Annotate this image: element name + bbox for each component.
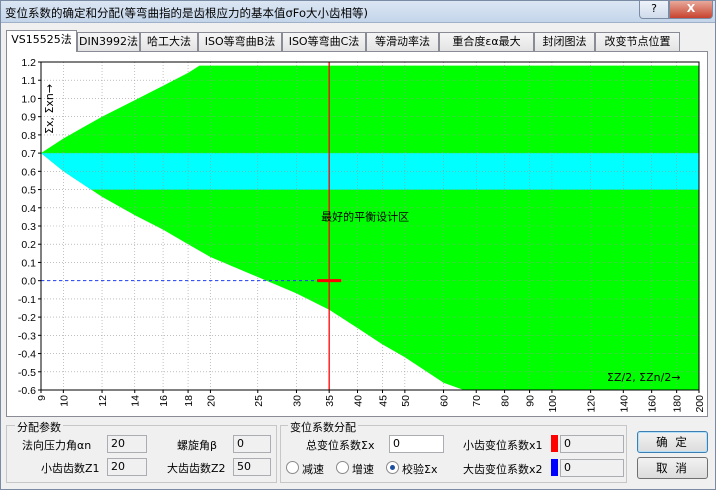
close-button[interactable]: X — [669, 1, 713, 19]
x-tick-label: 9 — [36, 395, 48, 401]
gear-offset-label: 大齿变位系数x2 — [463, 463, 543, 476]
y-tick-label: 0.4 — [21, 203, 36, 215]
x-tick-label: 40 — [353, 395, 365, 407]
gear-teeth-field[interactable]: 50 — [233, 458, 271, 476]
radio-acceleration[interactable] — [336, 461, 349, 474]
x-tick-label: 200 — [694, 395, 706, 413]
pinion-teeth-field[interactable]: 20 — [107, 458, 147, 476]
y-tick-label: 0.8 — [21, 130, 36, 142]
y-tick-label: 0.6 — [21, 166, 36, 178]
x-tick-label: 20 — [205, 395, 217, 407]
offset-distribution-group: 变位系数分配 总变位系数Σx 0 小齿变位系数x1 0 减速 增速 校验Σx 大… — [280, 419, 627, 483]
y-tick-label: -0.3 — [18, 330, 36, 342]
y-axis-label: Σx, Σxn→ — [43, 84, 56, 134]
pressure-angle-label: 法向压力角αn — [22, 439, 92, 452]
x-tick-label: 70 — [471, 395, 483, 407]
pinion-teeth-label: 小齿齿数Z1 — [41, 462, 100, 475]
tab-max-contact-ratio[interactable]: 重合度εα最大 — [439, 32, 534, 51]
y-tick-label: 0.9 — [21, 112, 36, 124]
cancel-button[interactable]: 取 消 — [637, 457, 708, 479]
gear-offset-field[interactable]: 0 — [560, 459, 624, 477]
helix-angle-field[interactable]: 0 — [233, 435, 271, 453]
x-tick-label: 45 — [377, 395, 389, 407]
pressure-angle-field[interactable]: 20 — [107, 435, 147, 453]
x-tick-label: 35 — [324, 395, 336, 407]
x-tick-label: 100 — [547, 395, 559, 413]
tab-equal-slip[interactable]: 等滑动率法 — [366, 32, 439, 51]
y-tick-label: 0.0 — [21, 276, 36, 288]
y-tick-label: -0.5 — [18, 367, 36, 379]
tab-iso-bending-b[interactable]: ISO等弯曲B法 — [198, 32, 282, 51]
x-tick-label: 12 — [97, 395, 109, 407]
tab-closed-diagram[interactable]: 封闭图法 — [534, 32, 595, 51]
pinion-offset-label: 小齿变位系数x1 — [463, 439, 543, 452]
y-tick-label: 1.0 — [21, 93, 36, 105]
y-tick-label: 0.5 — [21, 185, 36, 197]
gear-teeth-label: 大齿齿数Z2 — [167, 462, 226, 475]
balanced-design-band — [41, 153, 699, 190]
y-tick-label: -0.6 — [18, 385, 36, 397]
distribution-params-group: 分配参数 法向压力角αn 20 螺旋角β 0 小齿齿数Z1 20 大齿齿数Z2 … — [6, 419, 277, 483]
x-tick-label: 25 — [253, 395, 265, 407]
x-tick-label: 50 — [400, 395, 412, 407]
x-tick-label: 140 — [618, 395, 630, 413]
x-tick-label: 10 — [58, 395, 70, 407]
y-tick-label: 0.2 — [21, 239, 36, 251]
radio-check-sum[interactable] — [386, 461, 399, 474]
y-tick-label: 0.7 — [21, 148, 36, 160]
x-tick-label: 30 — [291, 395, 303, 407]
y-tick-label: 1.2 — [21, 57, 36, 69]
tab-vs15525[interactable]: VS15525法 — [6, 30, 77, 52]
offset-coefficient-chart[interactable]: 1.2 1.1 1.0 0.9 0.8 0.7 0.6 0.5 0.4 0.3 0.2 0.1 0.0 -… — [7, 52, 707, 416]
x-tick-label: 16 — [158, 395, 170, 407]
radio-acceleration-label: 增速 — [352, 463, 374, 476]
x-tick-label: 60 — [439, 395, 451, 407]
gear-color-swatch — [551, 459, 558, 476]
radio-check-sum-label: 校验Σx — [402, 463, 438, 476]
y-tick-label: 0.1 — [21, 257, 36, 269]
tab-iso-bending-c[interactable]: ISO等弯曲C法 — [282, 32, 366, 51]
pinion-color-swatch — [551, 435, 558, 452]
chart-panel: 1.2 1.1 1.0 0.9 0.8 0.7 0.6 0.5 0.4 0.3 0.2 0.1 0.0 -… — [6, 51, 708, 417]
x-tick-label: 90 — [525, 395, 537, 407]
help-button[interactable]: ? — [639, 1, 669, 19]
x-tick-label: 120 — [586, 395, 598, 413]
tab-hit[interactable]: 哈工大法 — [140, 32, 198, 51]
y-tick-label: 1.1 — [21, 75, 36, 87]
x-tick-label: 180 — [672, 395, 684, 413]
window-title: 变位系数的确定和分配(等弯曲指的是齿根应力的基本值σFo大小齿相等) — [5, 6, 368, 20]
x-tick-label: 14 — [130, 395, 142, 407]
title-bar[interactable]: 变位系数的确定和分配(等弯曲指的是齿根应力的基本值σFo大小齿相等) ? X — [1, 1, 715, 23]
y-tick-label: -0.1 — [18, 294, 36, 306]
y-tick-label: -0.4 — [18, 349, 36, 361]
params-group-title: 分配参数 — [15, 419, 63, 435]
pinion-offset-field[interactable]: 0 — [560, 435, 624, 453]
x-tick-label: 80 — [500, 395, 512, 407]
radio-deceleration-label: 减速 — [302, 463, 324, 476]
y-tick-label: -0.2 — [18, 312, 36, 324]
total-offset-label: 总变位系数Σx — [306, 439, 375, 452]
distribution-group-title: 变位系数分配 — [288, 419, 358, 435]
total-offset-input[interactable]: 0 — [389, 435, 444, 453]
radio-deceleration[interactable] — [286, 461, 299, 474]
y-tick-label: 0.3 — [21, 221, 36, 233]
x-axis-label: ΣZ/2, ΣZn/2→ — [607, 371, 681, 384]
ok-button[interactable]: 确 定 — [637, 431, 708, 453]
tab-din3992[interactable]: DIN3992法 — [77, 32, 140, 51]
helix-angle-label: 螺旋角β — [177, 439, 218, 452]
dialog-window: 变位系数的确定和分配(等弯曲指的是齿根应力的基本值σFo大小齿相等) ? X V… — [0, 0, 716, 490]
x-tick-label: 18 — [183, 395, 195, 407]
x-tick-label: 160 — [647, 395, 659, 413]
balanced-zone-annotation: 最好的平衡设计区 — [321, 210, 409, 224]
tab-change-pitch-point[interactable]: 改变节点位置 — [595, 32, 680, 51]
